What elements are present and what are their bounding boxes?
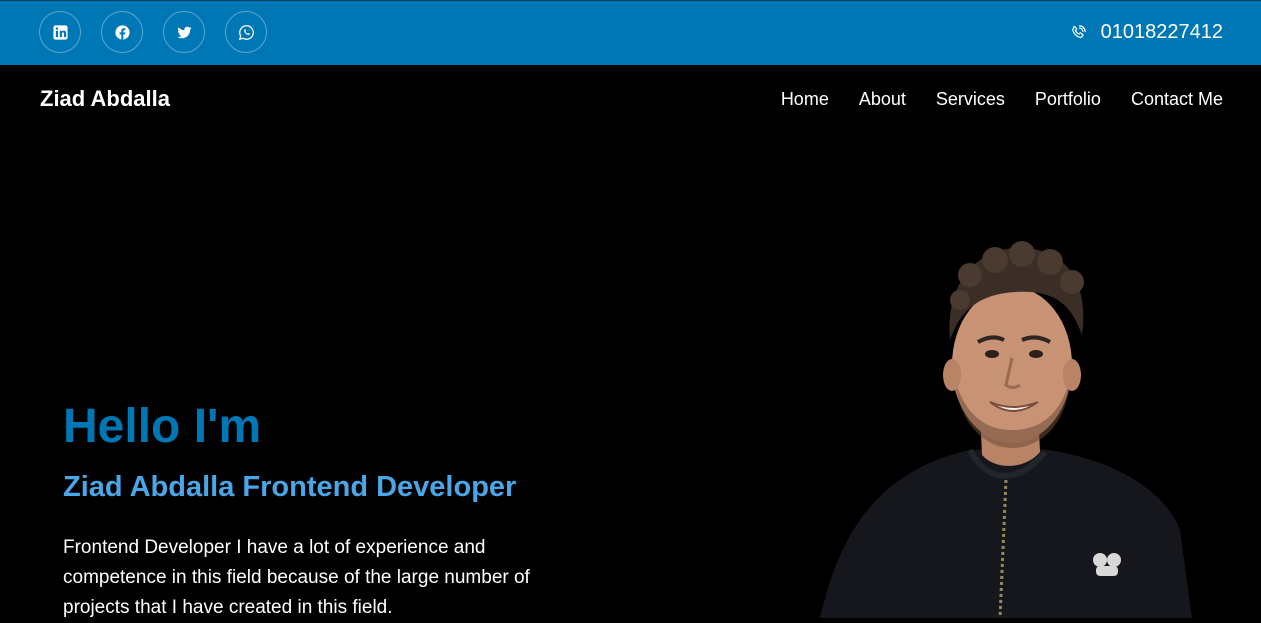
linkedin-icon [52,24,68,40]
nav-about[interactable]: About [859,89,906,110]
whatsapp-link[interactable] [225,11,267,53]
hero-subtitle: Ziad Abdalla Frontend Developer [63,471,517,503]
facebook-link[interactable] [101,11,143,53]
phone-icon [1071,24,1086,38]
top-bar: 01018227412 [0,0,1261,65]
nav-home[interactable]: Home [781,89,829,110]
nav-services[interactable]: Services [936,89,1005,110]
profile-photo [820,241,1192,618]
nav-menu: Home About Services Portfolio Contact Me [781,89,1223,110]
navbar: Ziad Abdalla Home About Services Portfol… [0,65,1261,133]
hero-title: Hello I'm [63,400,262,453]
hero-description: Frontend Developer I have a lot of exper… [63,537,530,618]
social-links [39,11,267,53]
twitter-link[interactable] [163,11,205,53]
nav-contact[interactable]: Contact Me [1131,89,1223,110]
brand-logo[interactable]: Ziad Abdalla [40,86,170,112]
facebook-icon [114,24,130,40]
nav-portfolio[interactable]: Portfolio [1035,89,1101,110]
whatsapp-icon [238,24,254,40]
phone-contact[interactable]: 01018227412 [1069,21,1223,44]
twitter-icon [176,26,192,38]
linkedin-link[interactable] [39,11,81,53]
phone-number: 01018227412 [1100,21,1223,43]
